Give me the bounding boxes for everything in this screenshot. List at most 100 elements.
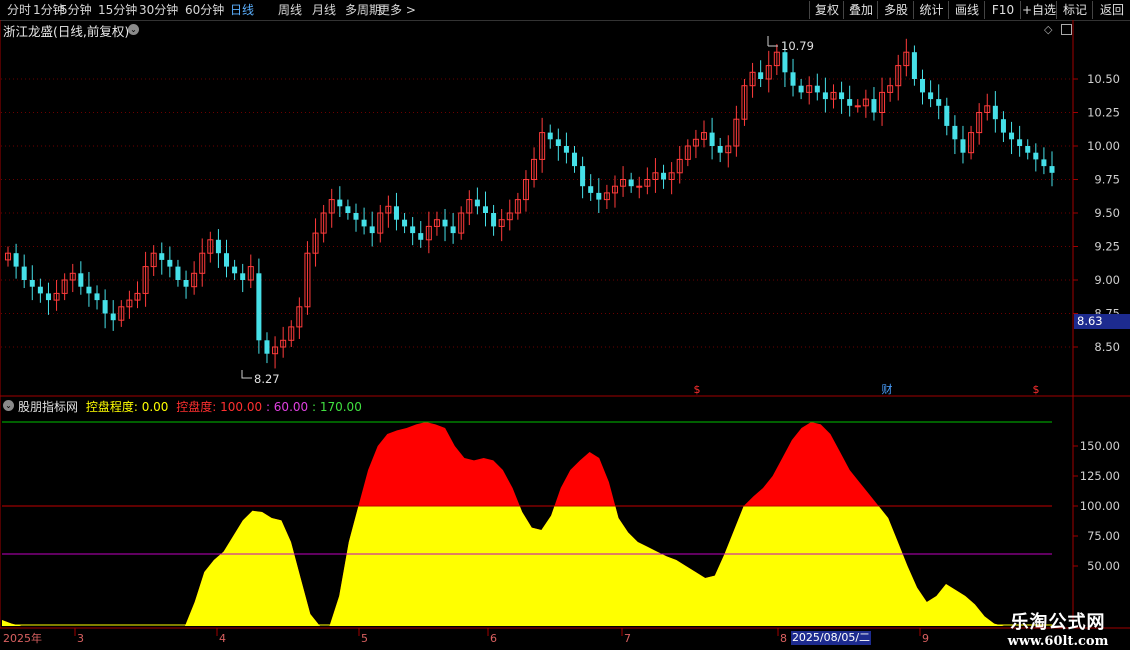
- candle-body-up: [312, 232, 319, 254]
- candle-body-up: [976, 112, 983, 134]
- candle-body-down: [167, 259, 173, 267]
- x-axis-label: 7: [624, 632, 631, 645]
- candle-body-up: [134, 292, 141, 301]
- stock-title: 浙江龙盛(日线,前复权): [3, 21, 129, 40]
- candle-body-up: [506, 212, 513, 221]
- event-marker: $: [1033, 383, 1040, 396]
- indicator-area-yellow: [2, 506, 1052, 626]
- candle-body-up: [272, 346, 279, 355]
- chevron-down-icon[interactable]: ⌄: [128, 24, 139, 35]
- candle-body-down: [102, 300, 108, 314]
- tab-5min[interactable]: 5分钟: [60, 2, 92, 18]
- candle-body-up: [765, 65, 772, 80]
- low-marker: [241, 370, 252, 379]
- tab-multi-period[interactable]: 多周期: [345, 2, 381, 18]
- tab-more[interactable]: 更多 >: [378, 2, 416, 18]
- candle-body-down: [822, 92, 828, 100]
- candle-body-up: [4, 252, 12, 261]
- candle-body-down: [709, 132, 715, 146]
- mark-button[interactable]: 标记: [1056, 1, 1093, 19]
- tab-weekly[interactable]: 周线: [278, 2, 302, 18]
- candle-body-up: [636, 185, 643, 188]
- candle-body-up: [118, 306, 125, 321]
- candle-body-down: [402, 219, 408, 227]
- candle-body-down: [474, 199, 480, 207]
- candle-body-down: [21, 266, 27, 280]
- tab-15min[interactable]: 15分钟: [98, 2, 137, 18]
- candle-body-up: [725, 145, 732, 154]
- price-axis-label: 10.50: [1087, 72, 1120, 86]
- candle-body-down: [952, 125, 958, 140]
- draw-line-button[interactable]: 画线: [948, 1, 985, 19]
- candle-body-down: [580, 166, 586, 187]
- candle-body-down: [839, 92, 845, 100]
- candle-body-down: [482, 206, 488, 213]
- fuquan-button[interactable]: 复权: [809, 1, 844, 19]
- candle-body-up: [247, 266, 254, 281]
- back-button[interactable]: 返回: [1092, 1, 1130, 19]
- candle-body-down: [264, 340, 270, 354]
- candle-body-up: [879, 91, 886, 114]
- price-and-indicator-chart[interactable]: 10.5010.2510.009.759.509.259.008.758.501…: [0, 0, 1130, 650]
- window-toggle-icon[interactable]: [1061, 24, 1072, 35]
- candle-body-down: [393, 206, 399, 220]
- candle-body-up: [433, 219, 440, 227]
- candle-body-down: [944, 105, 950, 126]
- candle-body-down: [661, 172, 667, 180]
- candle-body-up: [806, 85, 813, 93]
- candle-body-down: [847, 99, 853, 106]
- tab-60min[interactable]: 60分钟: [185, 2, 224, 18]
- diamond-icon[interactable]: ◇: [1044, 23, 1052, 36]
- candle-body-up: [199, 252, 206, 274]
- candle-body-down: [936, 99, 942, 106]
- price-axis-label: 10.25: [1087, 106, 1120, 120]
- candle-body-down: [1025, 146, 1031, 153]
- high-marker: [767, 36, 778, 47]
- stats-button[interactable]: 统计: [913, 1, 949, 19]
- candle-body-down: [29, 280, 35, 287]
- tab-fenshi[interactable]: 分时: [7, 2, 31, 18]
- indicator-axis-label: 50.00: [1087, 559, 1120, 573]
- candle-body-up: [741, 85, 748, 120]
- indicator-label-170: : 170.00: [311, 400, 362, 414]
- tab-monthly[interactable]: 月线: [312, 2, 336, 18]
- price-axis-label: 9.75: [1094, 173, 1120, 187]
- tab-30min[interactable]: 30分钟: [139, 2, 178, 18]
- candle-body-down: [175, 266, 181, 280]
- candle-body-down: [717, 146, 723, 153]
- add-watchlist-button[interactable]: +自选: [1020, 1, 1057, 19]
- candle-body-down: [563, 146, 569, 153]
- tab-daily[interactable]: 日线: [230, 2, 254, 18]
- candle-body-down: [94, 293, 100, 301]
- candle-body-down: [596, 192, 602, 200]
- price-axis-label: 9.50: [1094, 206, 1120, 220]
- candle-body-up: [749, 71, 756, 87]
- watermark: 乐淘公式网 www.60lt.com: [988, 608, 1128, 649]
- candle-body-down: [960, 139, 966, 153]
- candle-body-down: [1041, 159, 1047, 167]
- indicator-title: 股朋指标网 控盘程度: 0.00 控盘度: 100.00 : 60.00 : 1…: [18, 398, 362, 415]
- f10-button[interactable]: F10: [984, 1, 1021, 19]
- candle-body-down: [224, 253, 230, 267]
- candle-body-down: [628, 179, 634, 187]
- candle-body-down: [45, 293, 51, 301]
- chevron-down-icon[interactable]: ⌄: [3, 400, 14, 411]
- watermark-title: 乐淘公式网: [1010, 612, 1106, 633]
- price-axis-label: 9.25: [1094, 240, 1120, 254]
- crosshair-date-label: 2025/08/05/二: [791, 631, 871, 645]
- event-marker: 财: [882, 382, 893, 396]
- candle-body-up: [498, 219, 505, 227]
- candle-body-up: [288, 326, 295, 341]
- candle-body-down: [871, 99, 877, 113]
- candle-body-down: [572, 152, 578, 167]
- candle-body-up: [61, 279, 68, 294]
- multi-stock-button[interactable]: 多股: [877, 1, 914, 19]
- indicator-label-60: : 60.00: [265, 400, 309, 414]
- stock-title-text: 浙江龙盛(日线,前复权): [3, 24, 130, 39]
- candle-body-up: [207, 239, 214, 254]
- candle-body-up: [126, 299, 133, 308]
- candle-body-up: [522, 179, 529, 201]
- candle-body-up: [191, 272, 198, 288]
- candle-body-up: [531, 158, 538, 180]
- overlay-button[interactable]: 叠加: [843, 1, 878, 19]
